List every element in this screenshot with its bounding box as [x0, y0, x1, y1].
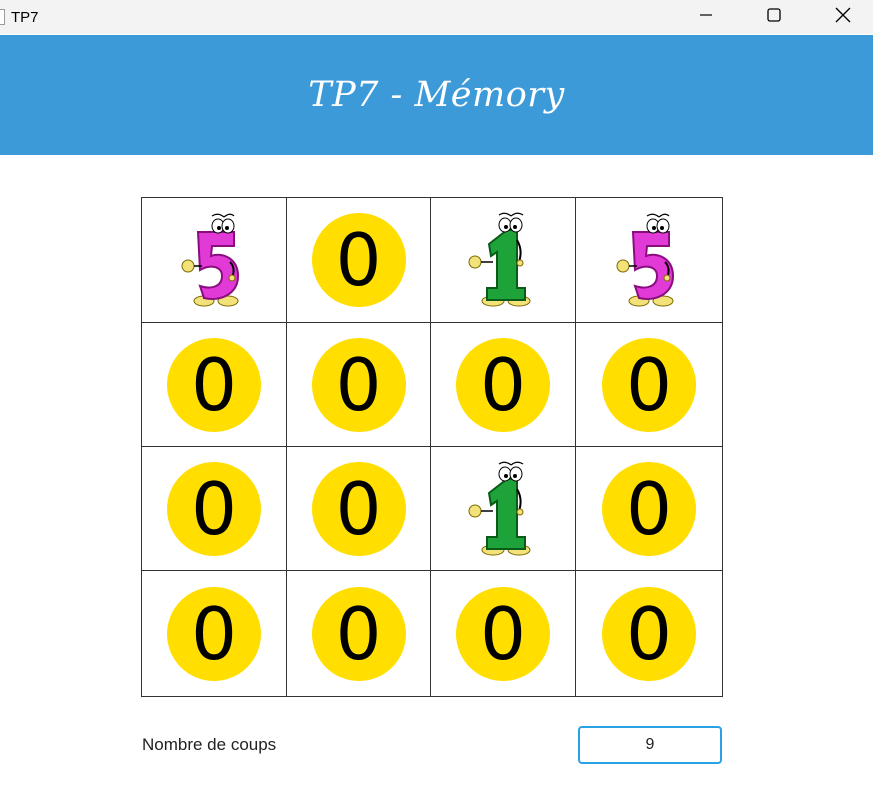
- board-cell[interactable]: 0: [576, 571, 722, 696]
- hidden-card-face: 0: [311, 337, 406, 432]
- app-icon: [0, 9, 5, 25]
- board-cell[interactable]: 0: [287, 447, 431, 571]
- card-1-icon: [468, 461, 531, 555]
- hidden-card-face: 0: [602, 337, 696, 432]
- hidden-card-face: 0: [167, 337, 261, 432]
- moves-label: Nombre de coups: [142, 735, 277, 754]
- hidden-card-face: 0: [602, 461, 696, 556]
- board-cell[interactable]: 0: [287, 571, 431, 696]
- board-cell[interactable]: 0: [142, 447, 287, 571]
- hidden-card-face: 0: [167, 586, 261, 681]
- board-cell[interactable]: [431, 447, 576, 571]
- board-cell[interactable]: 0: [142, 323, 287, 447]
- board-cell[interactable]: [576, 198, 722, 323]
- page-title: TP7 - Mémory: [308, 75, 565, 115]
- board-cell[interactable]: 0: [431, 323, 576, 447]
- card-1-icon: [468, 212, 531, 307]
- hidden-card-face: 0: [167, 461, 261, 556]
- app-header: TP7 - Mémory: [0, 35, 873, 155]
- board-cell[interactable]: 0: [431, 571, 576, 696]
- window-titlebar: TP7: [0, 0, 873, 34]
- card-5-icon: [616, 213, 675, 307]
- close-button[interactable]: [820, 0, 866, 30]
- minimize-button[interactable]: [683, 0, 729, 30]
- maximize-button[interactable]: [751, 0, 797, 30]
- board-cell[interactable]: 0: [576, 447, 722, 571]
- hidden-card-face: 0: [456, 586, 550, 681]
- moves-count-field[interactable]: 9: [578, 726, 722, 764]
- hidden-card-face: 0: [311, 461, 406, 556]
- board-cell[interactable]: 0: [287, 323, 431, 447]
- board-cell[interactable]: 0: [142, 571, 287, 696]
- hidden-card-face: 0: [311, 213, 406, 307]
- minimize-icon: [700, 14, 712, 16]
- board-cell[interactable]: [431, 198, 576, 323]
- hidden-card-face: 0: [311, 586, 406, 681]
- hidden-card-face: 0: [456, 337, 550, 432]
- hidden-card-face: 0: [602, 586, 696, 681]
- maximize-icon: [767, 8, 781, 22]
- memory-board: 0 000 0 0 0 0 0 0 0 0: [141, 197, 723, 697]
- board-cell[interactable]: 0: [576, 323, 722, 447]
- close-icon: [835, 7, 851, 23]
- card-5-icon: [181, 213, 240, 307]
- board-cell[interactable]: 0: [287, 198, 431, 323]
- window-title: TP7: [11, 8, 39, 26]
- board-cell[interactable]: [142, 198, 287, 323]
